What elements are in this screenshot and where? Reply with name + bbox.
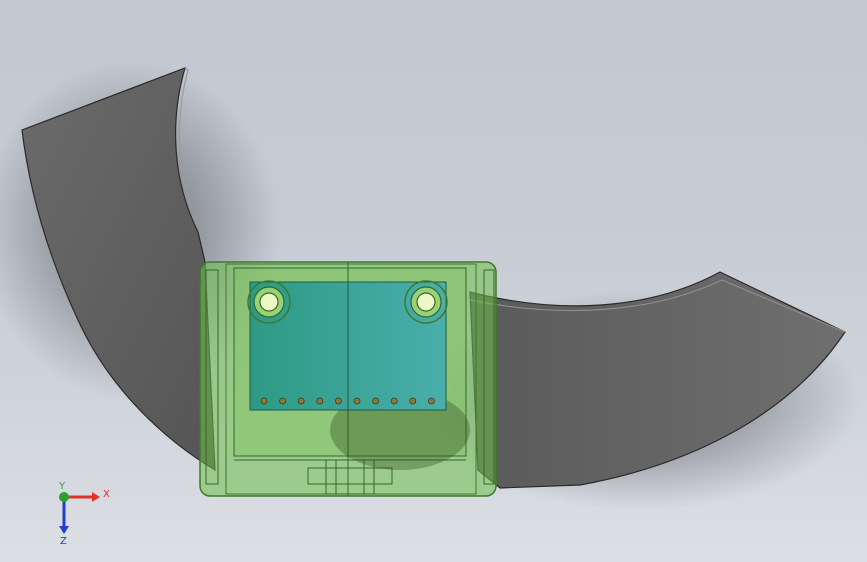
header-pin xyxy=(297,397,305,405)
axis-y-label: Y xyxy=(58,481,66,492)
axis-x-label: X xyxy=(103,489,110,500)
orientation-triad[interactable]: X Y Z xyxy=(58,481,110,547)
header-pin xyxy=(279,397,287,405)
header-pin xyxy=(316,397,324,405)
header-pin xyxy=(334,397,342,405)
mount-hole-left[interactable] xyxy=(247,280,291,324)
header-pin xyxy=(390,397,398,405)
cad-viewport[interactable]: X Y Z xyxy=(0,0,867,562)
header-pin xyxy=(409,397,417,405)
model-view[interactable]: X Y Z xyxy=(0,0,867,562)
mount-hole-right[interactable] xyxy=(404,280,448,324)
header-pin xyxy=(372,397,380,405)
header-pin xyxy=(353,397,361,405)
header-pin xyxy=(427,397,435,405)
axis-z-label: Z xyxy=(60,536,67,547)
header-pin xyxy=(260,397,268,405)
